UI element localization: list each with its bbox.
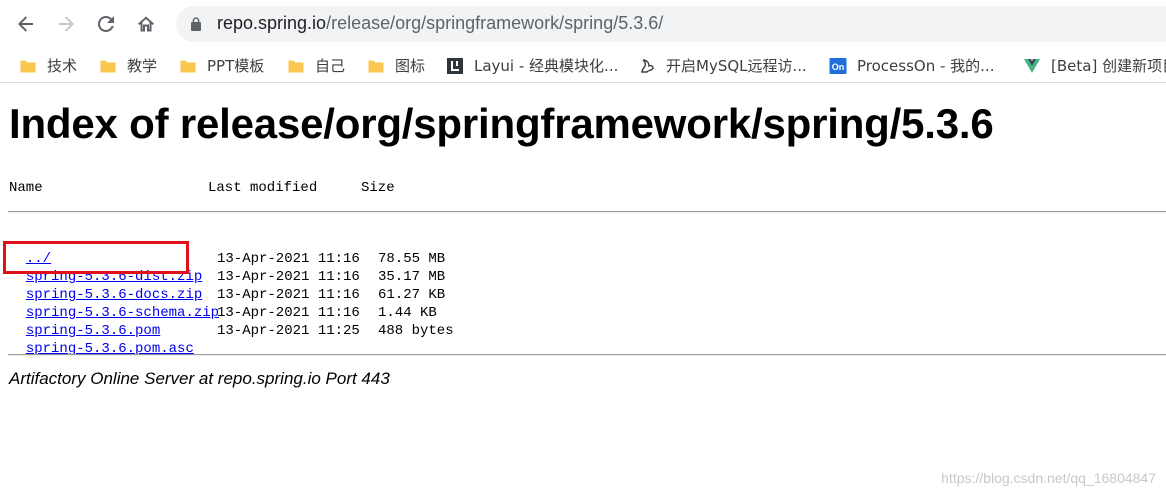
address-bar[interactable]: repo.spring.io/release/org/springframewo… <box>176 6 1166 42</box>
bookmark-tubiao[interactable]: 图标 <box>367 48 425 83</box>
layui-icon <box>446 57 464 75</box>
folder-icon <box>367 57 385 75</box>
bookmark-jishu[interactable]: 技术 <box>19 48 77 83</box>
server-footer: Artifactory Online Server at repo.spring… <box>9 369 390 388</box>
column-header-size: Size <box>361 180 395 196</box>
folder-icon <box>19 57 37 75</box>
svg-text:On: On <box>832 62 845 72</box>
column-header-name: Name <box>9 180 43 196</box>
folder-icon <box>179 57 197 75</box>
file-size: 78.55 MB <box>378 251 446 267</box>
bookmark-label: 自己 <box>315 57 346 75</box>
table-row: spring-5.3.6.pom 13-Apr-2021 11:16 1.44 … <box>9 304 437 339</box>
bookmark-label: 图标 <box>395 57 426 75</box>
bookmark-ppt[interactable]: PPT模板 <box>179 48 264 83</box>
file-size: 61.27 KB <box>378 287 446 303</box>
table-row: spring-5.3.6-schema.zip 13-Apr-2021 11:1… <box>9 286 445 321</box>
page-title: Index of release/org/springframework/spr… <box>9 100 994 147</box>
file-modified: 13-Apr-2021 11:16 <box>217 305 360 321</box>
url-host: repo.spring.io <box>217 13 327 33</box>
bookmark-label: Layui - 经典模块化... <box>474 57 619 75</box>
bookmark-label: 教学 <box>127 57 158 75</box>
bookmark-ziji[interactable]: 自己 <box>287 48 345 83</box>
home-button[interactable] <box>130 8 162 40</box>
file-size: 1.44 KB <box>378 305 437 321</box>
divider-top <box>8 211 1166 213</box>
divider-bottom <box>8 354 1166 356</box>
file-size: 35.17 MB <box>378 269 446 285</box>
back-button[interactable] <box>10 8 42 40</box>
lock-icon <box>191 17 201 31</box>
home-icon <box>138 16 154 32</box>
table-row: spring-5.3.6.pom.asc 13-Apr-2021 11:25 4… <box>9 322 454 357</box>
arrow-left-icon <box>18 16 33 32</box>
column-header-last-modified: Last modified <box>208 180 318 196</box>
file-size: 488 bytes <box>378 323 454 339</box>
bookmark-layui[interactable]: Layui - 经典模块化... <box>446 48 618 83</box>
arrow-right-icon <box>59 16 74 32</box>
bookmark-label: [Beta] 创建新项目 <box>1051 57 1166 75</box>
bookmark-label: ProcessOn - 我的... <box>857 57 995 75</box>
bookmark-label: 开启MySQL远程访... <box>666 57 807 75</box>
bookmark-jiaoxue[interactable]: 教学 <box>99 48 157 83</box>
folder-icon <box>287 57 305 75</box>
bookmark-mysql[interactable]: 开启MySQL远程访... <box>638 48 807 83</box>
file-modified: 13-Apr-2021 11:16 <box>217 251 360 267</box>
watermark: https://blog.csdn.net/qq_16804847 <box>941 470 1156 486</box>
bookmark-label: PPT模板 <box>207 57 265 75</box>
processon-icon: On <box>829 57 847 75</box>
url-text: repo.spring.io/release/org/springframewo… <box>217 13 663 34</box>
squirrel-icon <box>638 57 656 75</box>
highlight-box <box>3 241 189 274</box>
file-modified: 13-Apr-2021 11:16 <box>217 269 360 285</box>
bookmark-processon[interactable]: On ProcessOn - 我的... <box>829 48 994 83</box>
bookmark-label: 技术 <box>47 57 78 75</box>
browser-toolbar: repo.spring.io/release/org/springframewo… <box>0 0 1166 48</box>
reload-button[interactable] <box>90 8 122 40</box>
bookmarks-bar: 技术 教学 PPT模板 自己 图标 Layui - 经典模块化... 开启MyS… <box>0 48 1166 83</box>
file-modified: 13-Apr-2021 11:25 <box>217 323 360 339</box>
forward-button[interactable] <box>50 8 82 40</box>
folder-icon <box>99 57 117 75</box>
reload-icon <box>97 15 114 32</box>
file-modified: 13-Apr-2021 11:16 <box>217 287 360 303</box>
bookmark-vue-beta[interactable]: [Beta] 创建新项目 <box>1023 48 1166 83</box>
url-path: /release/org/springframework/spring/5.3.… <box>326 13 664 33</box>
vue-icon <box>1023 57 1041 75</box>
